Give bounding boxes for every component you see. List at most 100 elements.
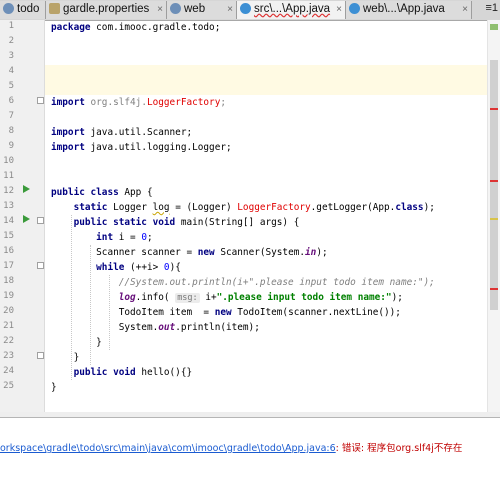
code-editor[interactable]: 1 2 3 4 5 6 7 8 9 10 11 12 13 14 15 16 1… <box>0 20 500 417</box>
code-text: .info( <box>135 292 176 303</box>
code-text: i+ <box>199 292 217 303</box>
error-text: 错误: 程序包org.slf4j不存在 <box>341 443 463 454</box>
line-number: 16 <box>3 246 14 256</box>
code-text: ); <box>316 247 328 258</box>
java-class-icon <box>240 3 251 14</box>
keyword: import <box>51 127 85 138</box>
keyword: public class <box>51 187 119 198</box>
code-line-4-caret-row <box>45 65 488 80</box>
messages-panel: orkspace\gradle\todo\src\main\java\com\i… <box>0 417 500 479</box>
code-text: ); <box>391 292 403 303</box>
close-icon[interactable]: × <box>462 1 468 18</box>
fold-block-end-icon[interactable] <box>37 352 44 359</box>
code-line-18: //System.out.println(i+".please input to… <box>45 275 488 290</box>
tab-label: todo <box>17 3 40 15</box>
line-number: 4 <box>8 66 14 76</box>
run-main-icon[interactable] <box>23 215 30 223</box>
line-number: 23 <box>3 351 14 361</box>
code-text: Scanner(System. <box>214 247 306 258</box>
error-marker[interactable] <box>490 180 498 182</box>
code-text: = (Logger) <box>169 202 238 213</box>
static-field: in <box>305 247 317 258</box>
parameter-hint: msg: <box>175 293 200 303</box>
code-line-6: import org.slf4j.LoggerFactory; <box>45 95 488 110</box>
line-number: 9 <box>8 141 14 151</box>
tab-web[interactable]: web × <box>167 1 237 19</box>
error-source-link[interactable]: orkspace\gradle\todo\src\main\java\com\i… <box>0 443 336 454</box>
field-name: log <box>152 202 170 213</box>
close-icon[interactable]: × <box>227 1 233 18</box>
code-text: java.util.Scanner; <box>84 127 193 138</box>
tab-overflow-menu[interactable]: ≡1 <box>485 2 498 14</box>
code-area[interactable]: package com.imooc.gradle.todo; import or… <box>45 20 488 417</box>
close-icon[interactable]: × <box>336 1 342 18</box>
code-text: hello(){} <box>135 367 193 378</box>
code-line-13: static Logger log = (Logger) LoggerFacto… <box>45 200 488 215</box>
code-line-25: } <box>45 380 488 395</box>
keyword: import <box>51 142 85 153</box>
line-number: 19 <box>3 291 14 301</box>
error-marker[interactable] <box>490 108 498 110</box>
module-icon <box>170 3 181 14</box>
line-number: 18 <box>3 276 14 286</box>
code-text: TodoItem item = <box>118 307 215 318</box>
line-number: 2 <box>8 36 14 46</box>
code-text: TodoItem(scanner.nextLine()); <box>231 307 401 318</box>
tab-todo[interactable]: todo <box>0 1 46 19</box>
tab-src-app-java[interactable]: src\...\App.java × <box>237 1 346 19</box>
tab-gardle-properties[interactable]: gardle.properties × <box>46 1 167 19</box>
tab-label: web\...\App.java <box>363 3 445 15</box>
code-line-5-caret-row <box>45 80 488 95</box>
keyword: static <box>73 202 108 213</box>
error-marker[interactable] <box>490 288 498 290</box>
line-number: 11 <box>3 171 14 181</box>
keyword: public static void <box>73 217 176 228</box>
code-text: .println(item); <box>175 322 260 333</box>
line-number: 20 <box>3 306 14 316</box>
keyword: public void <box>73 367 136 378</box>
line-number: 25 <box>3 381 14 391</box>
tab-label: web <box>184 3 206 15</box>
static-field: out <box>158 322 176 333</box>
module-icon <box>3 3 14 14</box>
code-line-21: System.out.println(item); <box>45 320 488 335</box>
error-message: orkspace\gradle\todo\src\main\java\com\i… <box>0 440 462 454</box>
close-icon[interactable]: × <box>157 1 163 18</box>
tab-label: src\...\App.java <box>254 3 331 15</box>
status-indicator-icon[interactable] <box>490 24 498 30</box>
code-line-14: public static void main(String[] args) { <box>45 215 488 230</box>
tab-web-app-java[interactable]: web\...\App.java × <box>346 1 472 19</box>
code-text: java.util.logging.Logger; <box>84 142 232 153</box>
line-number: 6 <box>8 96 14 106</box>
code-line-1: package com.imooc.gradle.todo; <box>45 20 488 35</box>
keyword: new <box>214 307 232 318</box>
unresolved-symbol: LoggerFactory <box>146 97 221 108</box>
code-line-16: Scanner scanner = new Scanner(System.in)… <box>45 245 488 260</box>
line-number: 21 <box>3 321 14 331</box>
static-field: log <box>118 292 136 303</box>
code-line-22: } <box>45 335 488 350</box>
code-line-9: import java.util.logging.Logger; <box>45 140 488 155</box>
code-text: i = <box>113 232 142 243</box>
run-class-icon[interactable] <box>23 185 30 193</box>
error-stripe[interactable] <box>487 20 500 417</box>
line-number: 14 <box>3 216 14 226</box>
code-text: com.imooc.gradle.todo; <box>90 22 221 33</box>
fold-block-icon[interactable] <box>37 262 44 269</box>
code-line-8: import java.util.Scanner; <box>45 125 488 140</box>
java-class-icon <box>349 3 360 14</box>
vertical-scrollbar-thumb[interactable] <box>490 60 498 310</box>
warning-marker[interactable] <box>490 218 498 220</box>
line-number: 10 <box>3 156 14 166</box>
code-line-19: log.info( msg: i+".please input todo ite… <box>45 290 488 305</box>
code-line-23: } <box>45 350 488 365</box>
code-text: } <box>51 382 57 393</box>
code-text: } <box>96 337 102 348</box>
code-text: ; <box>220 97 226 108</box>
line-number: 13 <box>3 201 14 211</box>
fold-imports-icon[interactable] <box>37 97 44 104</box>
code-text: ; <box>146 232 153 243</box>
keyword: new <box>197 247 215 258</box>
code-text: .getLogger(App. <box>310 202 396 213</box>
fold-method-icon[interactable] <box>37 217 44 224</box>
